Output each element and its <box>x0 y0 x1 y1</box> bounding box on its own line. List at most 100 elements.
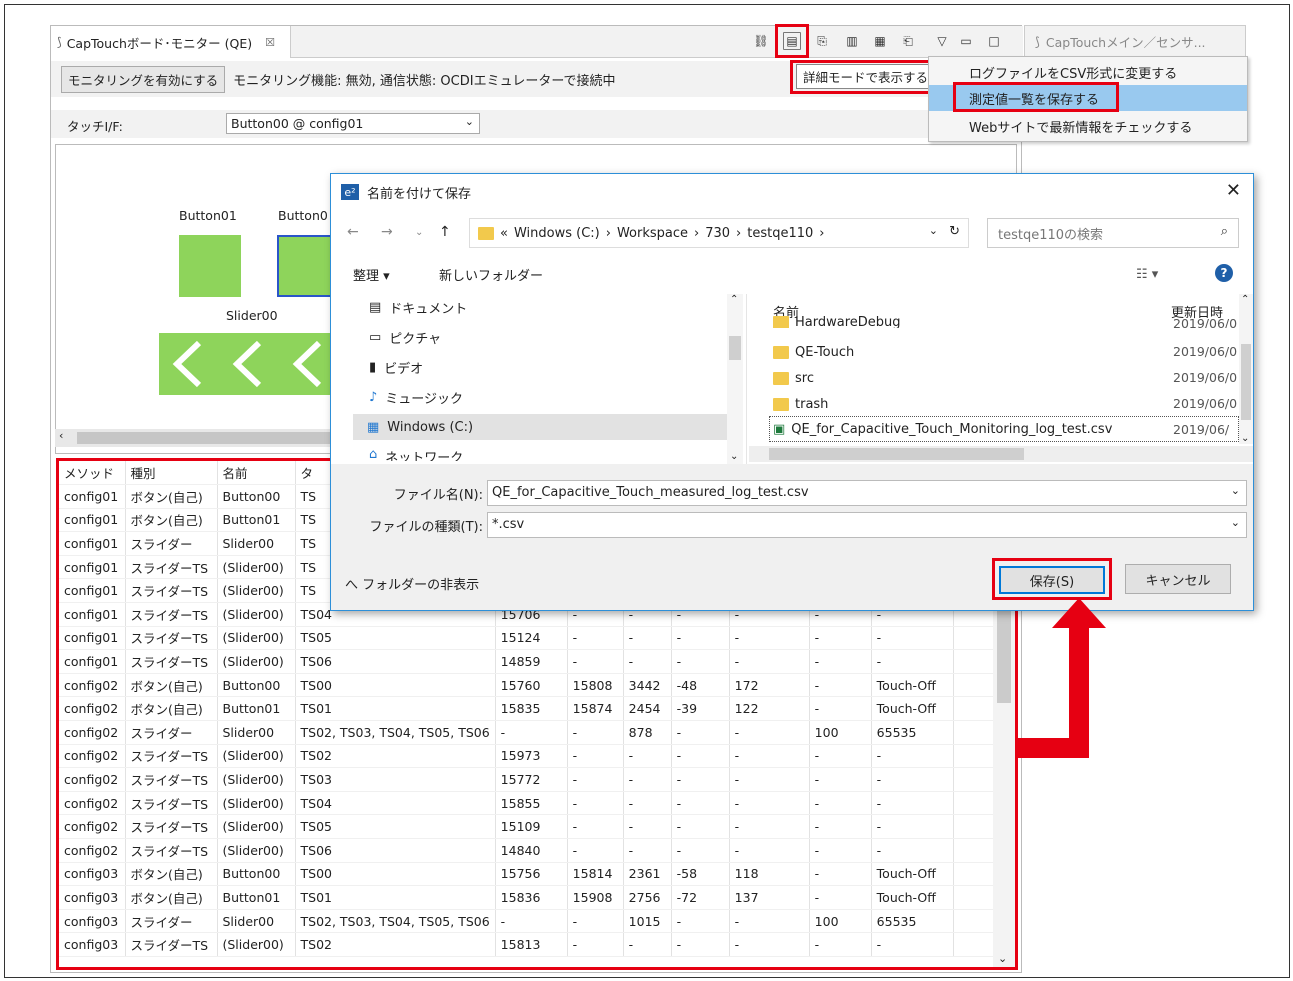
table-cell: - <box>567 767 624 792</box>
close-icon[interactable]: ✕ <box>1226 180 1241 201</box>
back-icon[interactable]: ← <box>347 224 359 240</box>
nav-network[interactable]: ⌂ ネットワーク <box>369 447 463 461</box>
table-cell: 15756 <box>495 862 568 887</box>
hide-folders-toggle[interactable]: へ フォルダーの非表示 <box>345 574 479 593</box>
nav-music[interactable]: ♪ ミュージック <box>369 384 463 410</box>
table-cell: -58 <box>671 862 730 887</box>
close-icon[interactable]: ☒ <box>265 36 275 49</box>
table-row[interactable]: config03 ボタン(自己) Button00 TS00 15756 15814 236… <box>59 862 1006 887</box>
tab-board-monitor[interactable]: ⟆ CapTouchボード･モニター (QE) ☒ <box>51 26 291 58</box>
nav-pictures[interactable]: ▭ ピクチャ <box>369 324 441 350</box>
tab-captouch-main[interactable]: ⟆ CapTouchメイン／センサ... <box>1024 25 1246 57</box>
file-item[interactable]: QE-Touch <box>773 340 854 364</box>
table-row[interactable]: config02 スライダーTS (Slider00) TS04 15855- - - - - - <box>59 791 1006 816</box>
refresh-icon[interactable]: ↻ <box>949 224 960 239</box>
cancel-button[interactable]: キャンセル <box>1125 564 1231 594</box>
touch-if-row: タッチI/F: Button00 @ config01 ⌄ <box>51 110 1023 138</box>
table-cell: config01 <box>59 626 126 651</box>
table-cell: Button00 <box>217 673 296 698</box>
touch-if-select[interactable]: Button00 @ config01 ⌄ <box>226 113 480 134</box>
table-cell: 15973 <box>495 744 568 769</box>
new-folder-button[interactable]: 新しいフォルダー <box>439 265 543 284</box>
table-row[interactable]: config01 スライダーTS (Slider00) TS05 15124- - - - - - <box>59 626 1006 651</box>
table-cell: 1015 <box>623 909 672 934</box>
file-item[interactable]: src <box>773 366 814 390</box>
table-row[interactable]: config03 ボタン(自己) Button01 TS01 15836 15908 275… <box>59 885 1006 910</box>
chevron-down-icon[interactable]: ⌄ <box>1231 484 1240 497</box>
picture-icon: ▭ <box>369 329 382 345</box>
table-cell: スライダー <box>125 531 218 556</box>
table-cell: config02 <box>59 673 126 698</box>
table-cell: - <box>671 720 730 745</box>
scroll-thumb[interactable] <box>77 432 347 444</box>
organize-button[interactable]: 整理 ▾ <box>353 265 390 284</box>
table-row[interactable]: config02 スライダー Slider00 TS02, TS03, TS04, T… <box>59 720 1006 745</box>
table-row[interactable]: config02 ボタン(自己) Button00 TS00 15760 15808 344… <box>59 673 1006 698</box>
maximize-icon[interactable]: □ <box>985 32 1003 50</box>
nav-windows-drive[interactable]: ▦ Windows (C:) <box>353 414 727 440</box>
table-cell: Touch-Off <box>871 696 954 722</box>
minimize-icon[interactable]: ▭ <box>957 32 975 50</box>
filename-input[interactable]: QE_for_Capacitive_Touch_measured_log_tes… <box>487 480 1247 506</box>
table-cell: TS03 <box>295 767 496 792</box>
table-row[interactable]: config02 ボタン(自己) Button01 TS01 15835 15874 245… <box>59 696 1006 722</box>
table-cell: - <box>809 838 872 863</box>
chevron-left-icon: ‹ <box>59 429 64 442</box>
breadcrumb-730[interactable]: 730 <box>705 226 730 241</box>
breadcrumb-testqe110[interactable]: testqe110 <box>747 226 813 241</box>
table-cell: - <box>567 649 624 674</box>
scroll-thumb[interactable] <box>769 448 1024 460</box>
table-cell: - <box>871 791 954 816</box>
export-icon[interactable]: ⎘ <box>813 32 831 50</box>
table-row[interactable]: config03 スライダー Slider00 TS02, TS03, TS04, T… <box>59 909 1006 934</box>
view-menu-icon[interactable]: ▽ <box>933 32 951 50</box>
breadcrumb-drive[interactable]: Windows (C:) <box>514 226 600 241</box>
nav-documents[interactable]: ▤ ドキュメント <box>369 294 467 320</box>
file-list-horizontal-scrollbar[interactable] <box>749 446 1253 462</box>
scroll-thumb[interactable] <box>997 611 1011 703</box>
table-row[interactable]: config03 スライダーTS (Slider00) TS02 15813- - - - - - <box>59 932 1006 957</box>
scroll-thumb[interactable] <box>729 336 741 360</box>
address-bar[interactable]: « Windows (C:) › Workspace › 730 › testq… <box>469 218 969 248</box>
help-icon[interactable]: ? <box>1215 264 1233 282</box>
table-row[interactable]: config02 スライダーTS (Slider00) TS03 15772- - - - - - <box>59 767 1006 792</box>
table-cell: config02 <box>59 744 126 769</box>
chevron-down-icon[interactable]: ⌄ <box>415 227 423 238</box>
nav-scrollbar[interactable]: ⌃ ⌄ <box>727 294 743 464</box>
column-header[interactable]: 名前 <box>217 461 296 486</box>
nav-videos[interactable]: ▮ ビデオ <box>369 354 423 380</box>
table-cell: ボタン(自己) <box>125 862 218 887</box>
scroll-thumb[interactable] <box>1241 344 1251 420</box>
file-list-scrollbar[interactable]: ⌃ ⌄ <box>1239 294 1253 444</box>
breadcrumb-sep: › <box>736 225 742 241</box>
table-row[interactable]: config02 スライダーTS (Slider00) TS06 14840- - - - - - <box>59 838 1006 863</box>
file-item[interactable]: trash <box>773 392 828 416</box>
table-row[interactable]: config02 スライダーTS (Slider00) TS05 15109- - - - - - <box>59 814 1006 839</box>
file-item[interactable]: HardwareDebug <box>773 316 901 328</box>
e2studio-logo-icon: e² <box>341 184 359 200</box>
up-icon[interactable]: ↑ <box>439 224 451 240</box>
breadcrumb-workspace[interactable]: Workspace <box>617 226 688 241</box>
layout-icon[interactable]: ▦ <box>871 32 889 50</box>
forward-icon[interactable]: → <box>381 224 393 240</box>
table-row[interactable]: config02 スライダーTS (Slider00) TS02 15973- - - - - - <box>59 744 1006 769</box>
enable-monitoring-button[interactable]: モニタリングを有効にする <box>61 65 226 93</box>
save-icon[interactable]: ▥ <box>843 32 861 50</box>
table-cell: - <box>871 767 954 792</box>
chevron-down-icon[interactable]: ⌄ <box>929 224 938 237</box>
button01-indicator <box>179 235 241 297</box>
connect-icon[interactable]: ⛓ <box>752 32 770 50</box>
file-item[interactable]: ▣ QE_for_Capacitive_Touch_Monitoring_log_… <box>773 417 1112 441</box>
import-icon[interactable]: ⎗ <box>899 32 917 50</box>
filetype-select[interactable]: *.csv ⌄ <box>487 512 1247 538</box>
menu-item-check-website[interactable]: Webサイトで最新情報をチェックする <box>929 113 1247 139</box>
table-cell: スライダーTS <box>125 767 218 792</box>
table-cell: TS05 <box>295 814 496 839</box>
column-header[interactable]: 種別 <box>125 461 218 486</box>
column-header[interactable]: メソッド <box>59 461 126 486</box>
search-input[interactable]: testqe110の検索 ⌕ <box>987 218 1239 248</box>
table-cell: - <box>871 814 954 839</box>
view-options-icon[interactable]: ☷ ▾ <box>1136 267 1158 282</box>
table-row[interactable]: config01 スライダーTS (Slider00) TS06 14859- - - - - - <box>59 649 1006 674</box>
table-cell: スライダーTS <box>125 649 218 674</box>
